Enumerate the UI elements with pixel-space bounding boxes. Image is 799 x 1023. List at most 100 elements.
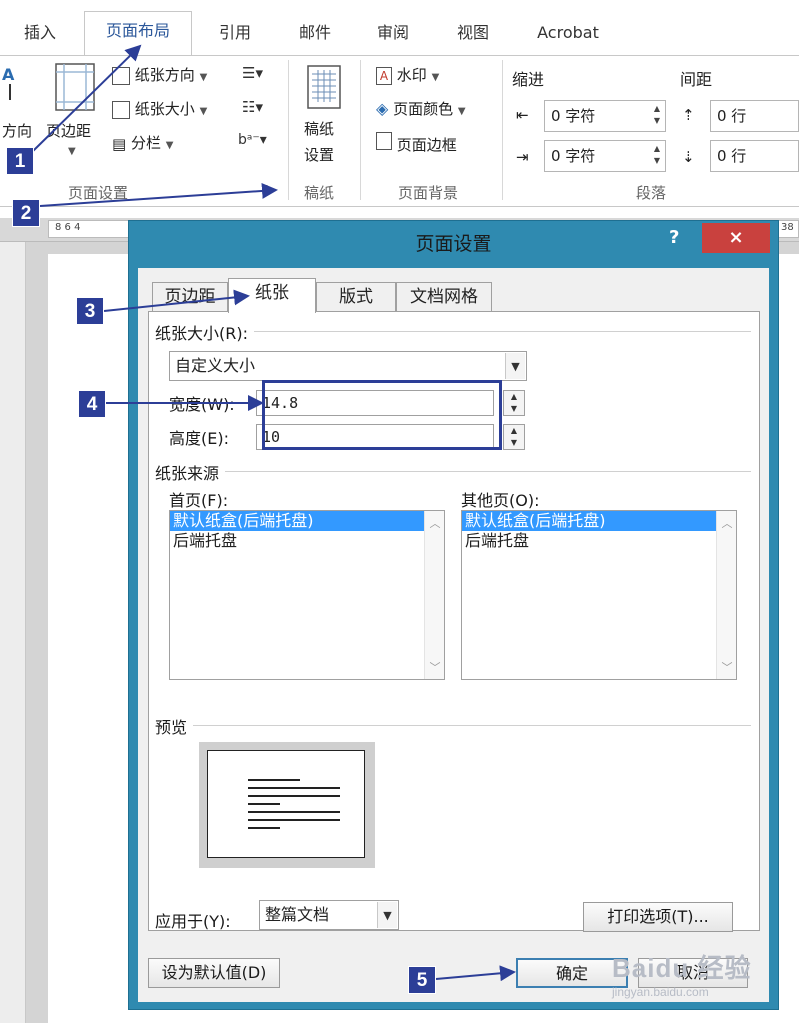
scrollbar[interactable]: ︿ ﹀ xyxy=(716,511,736,679)
spacing-after-icon: ⇣ xyxy=(682,148,695,166)
tab-view[interactable]: 视图 xyxy=(440,14,506,56)
chevron-down-icon[interactable]: ﹀ xyxy=(717,659,737,675)
chevron-up-icon[interactable]: ︿ xyxy=(425,515,445,531)
close-button[interactable]: × xyxy=(702,223,770,253)
size-label: 纸张大小 xyxy=(134,100,195,118)
line-numbers-button[interactable]: ☷▾ xyxy=(242,98,263,116)
preview-line xyxy=(248,803,280,805)
background-group-label: 页面背景 xyxy=(398,184,459,202)
height-spinner[interactable]: ▲ ▼ xyxy=(503,424,525,450)
callout-badge-5: 5 xyxy=(408,966,436,994)
set-default-button[interactable]: 设为默认值(D) xyxy=(148,958,280,988)
other-pages-list[interactable]: 默认纸盒(后端托盘) 后端托盘 ︿ ﹀ xyxy=(461,510,737,680)
dialog-title: 页面设置 xyxy=(415,233,492,255)
page-setup-launcher-icon[interactable]: ⤡ xyxy=(264,184,272,195)
list-item[interactable]: 默认纸盒(后端托盘) xyxy=(170,511,424,531)
spacing-before-value: 0 行 xyxy=(717,107,747,125)
list-item[interactable]: 默认纸盒(后端托盘) xyxy=(462,511,716,531)
baidu-watermark: Baidu 经验 jingyan.baidu.com xyxy=(612,948,751,999)
page-border-button[interactable]: 页面边框 xyxy=(376,132,457,155)
width-spinner[interactable]: ▲ ▼ xyxy=(503,390,525,416)
indent-right-icon: ⇥ xyxy=(516,148,529,166)
print-options-button[interactable]: 打印选项(T)... xyxy=(583,902,733,932)
size-button[interactable]: 纸张大小 ▼ xyxy=(112,98,207,119)
tab-margins[interactable]: 页边距 xyxy=(152,282,228,312)
margins-dropdown-icon[interactable]: ▼ xyxy=(68,146,76,157)
chevron-down-icon[interactable]: ▼ xyxy=(377,902,397,928)
columns-label: 分栏 xyxy=(130,134,161,152)
height-label: 高度(E): xyxy=(169,429,229,448)
ruler-numbers-left: 8 6 4 xyxy=(55,222,81,233)
tab-references[interactable]: 引用 xyxy=(202,14,268,56)
page-color-label: 页面颜色 xyxy=(393,100,454,118)
indent-right-value: 0 字符 xyxy=(551,147,596,165)
tab-mailings[interactable]: 邮件 xyxy=(282,14,348,56)
tab-paper[interactable]: 纸张 xyxy=(228,278,316,313)
help-button[interactable]: ? xyxy=(669,227,679,248)
first-page-label: 首页(F): xyxy=(169,491,229,510)
preview-line xyxy=(248,787,340,789)
callout-badge-2: 2 xyxy=(12,199,40,227)
first-page-list[interactable]: 默认纸盒(后端托盘) 后端托盘 ︿ ﹀ xyxy=(169,510,445,680)
spacing-before-icon: ⇡ xyxy=(682,106,695,124)
chevron-down-icon[interactable]: ﹀ xyxy=(425,659,445,675)
indent-left-spinner[interactable]: ▲ ▼ xyxy=(651,103,663,127)
tab-page-layout[interactable]: 页面布局 xyxy=(84,11,192,56)
tab-document-grid[interactable]: 文档网格 xyxy=(396,282,492,312)
orientation-dropdown-icon: ▼ xyxy=(199,72,208,83)
draft-paper-button[interactable] xyxy=(304,64,344,110)
direction-button[interactable]: A xyxy=(0,64,22,104)
orientation-button[interactable]: 纸张方向 ▼ xyxy=(112,64,207,85)
paper-size-label: 纸张大小(R): xyxy=(155,320,254,344)
chevron-down-icon[interactable]: ▼ xyxy=(505,353,525,379)
size-dropdown-icon: ▼ xyxy=(199,106,208,117)
size-icon xyxy=(112,100,130,119)
page-border-label: 页面边框 xyxy=(396,136,457,154)
hyphenation-button[interactable]: bᵃ⁻▾ xyxy=(238,132,267,148)
margins-button[interactable] xyxy=(52,62,98,114)
tab-insert[interactable]: 插入 xyxy=(10,14,70,56)
list-item[interactable]: 后端托盘 xyxy=(462,531,736,551)
watermark-main: Baidu 经验 xyxy=(612,953,752,983)
paper-size-select[interactable]: 自定义大小 ▼ xyxy=(169,351,527,381)
apply-to-select[interactable]: 整篇文档 ▼ xyxy=(259,900,399,930)
list-item[interactable]: 后端托盘 xyxy=(170,531,444,551)
page-color-dropdown-icon: ▼ xyxy=(457,106,466,117)
orientation-label: 纸张方向 xyxy=(134,66,195,84)
paper-source-label: 纸张来源 xyxy=(155,460,226,484)
preview-line xyxy=(248,819,340,821)
chevron-up-icon[interactable]: ︿ xyxy=(717,515,737,531)
indent-right-input[interactable]: 0 字符 ▲ ▼ xyxy=(544,140,666,172)
preview-frame xyxy=(199,742,375,868)
group-divider xyxy=(360,60,361,200)
scrollbar[interactable]: ︿ ﹀ xyxy=(424,511,444,679)
page-setup-dialog: 页面设置 ? × 页边距 纸张 版式 文档网格 纸张大小(R): 自定义大小 ▼… xyxy=(128,220,779,1010)
page-color-button[interactable]: ◈ 页面颜色 ▼ xyxy=(376,98,466,119)
indent-left-input[interactable]: 0 字符 ▲ ▼ xyxy=(544,100,666,132)
preview-page xyxy=(207,750,365,858)
page-setup-group-label: 页面设置 xyxy=(68,184,129,202)
watermark-icon: A xyxy=(376,67,392,85)
indent-left-icon: ⇤ xyxy=(516,106,529,124)
ribbon-tab-bar: 插入 页面布局 引用 邮件 审阅 视图 Acrobat xyxy=(0,0,799,56)
watermark-label: 水印 xyxy=(396,66,427,84)
spacing-before-input[interactable]: 0 行 xyxy=(710,100,799,132)
paper-size-value: 自定义大小 xyxy=(175,356,256,375)
breaks-button[interactable]: ☰▾ xyxy=(242,64,263,82)
spacing-title: 间距 xyxy=(680,70,713,89)
direction-icon: A xyxy=(2,65,15,100)
callout-badge-4: 4 xyxy=(78,390,106,418)
tab-acrobat[interactable]: Acrobat xyxy=(520,14,616,56)
tab-layout[interactable]: 版式 xyxy=(316,282,396,312)
preview-line xyxy=(248,779,300,781)
ribbon: A 方向 页边距 ▼ 纸张方向 ▼ 纸张大小 ▼ ▤ 分栏 ▼ ☰▾ ☷▾ bᵃ… xyxy=(0,55,799,207)
columns-button[interactable]: ▤ 分栏 ▼ xyxy=(112,132,173,153)
indent-right-spinner[interactable]: ▲ ▼ xyxy=(651,143,663,167)
margins-icon xyxy=(55,63,95,111)
spacing-after-input[interactable]: 0 行 xyxy=(710,140,799,172)
breaks-icon: ☰▾ xyxy=(242,64,263,82)
tab-review[interactable]: 审阅 xyxy=(360,14,426,56)
orientation-icon xyxy=(112,66,130,85)
watermark-button[interactable]: A 水印 ▼ xyxy=(376,64,439,85)
page-border-icon xyxy=(376,132,392,150)
